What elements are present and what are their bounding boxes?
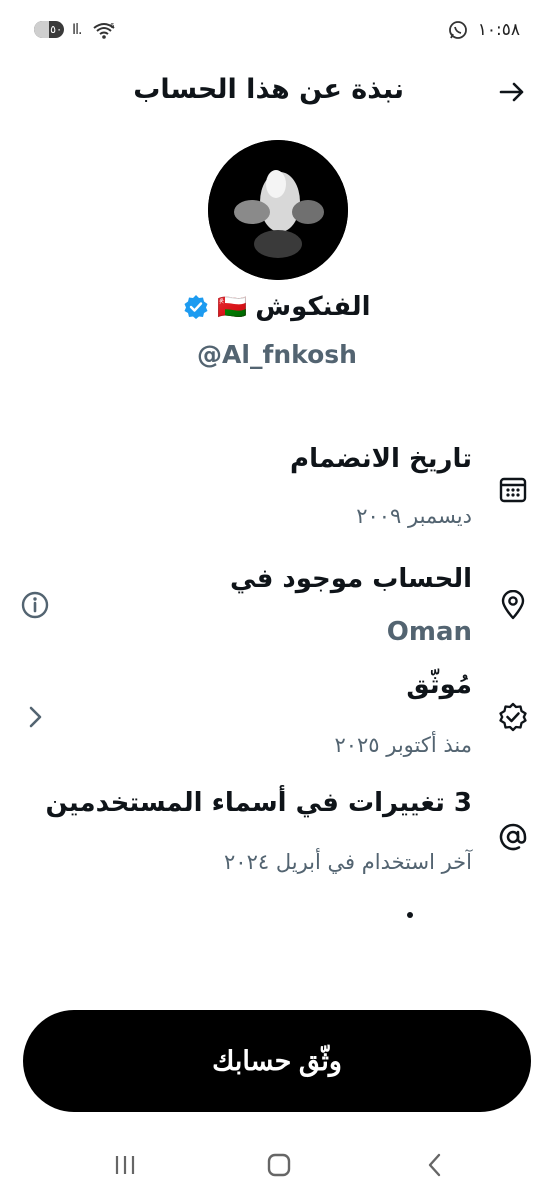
home-icon[interactable] (266, 1152, 292, 1178)
calendar-icon (499, 477, 527, 503)
at-sign-icon (499, 823, 527, 851)
verified-check-icon (499, 702, 527, 732)
status-bar: ٥٠ Il. 6 ١٠:٥٨ (0, 18, 554, 48)
battery-indicator: ٥٠ (34, 21, 64, 38)
username-changes-title: 3 تغييرات في أسماء المستخدمين (45, 788, 472, 818)
joined-title: تاريخ الانضمام (290, 444, 472, 474)
page-title: نبذة عن هذا الحساب (133, 74, 404, 105)
location-value: Oman (386, 617, 472, 647)
location-title: الحساب موجود في (230, 564, 472, 594)
verified-badge-icon[interactable] (183, 294, 209, 320)
battery-percent: ٥٠ (50, 23, 62, 36)
clock: ١٠:٥٨ (477, 20, 520, 40)
verified-since: منذ أكتوبر ٢٠٢٥ (334, 733, 472, 757)
back-icon[interactable] (422, 1152, 448, 1178)
oman-flag: 🇴🇲 (217, 293, 248, 321)
location-pin-icon (501, 590, 525, 620)
info-icon[interactable] (20, 590, 50, 620)
verified-title: مُوثّق (406, 670, 472, 700)
display-name-row: الفنكوش 🇴🇲 (0, 292, 554, 322)
system-nav-bar (0, 1150, 554, 1180)
avatar-image (208, 140, 348, 280)
username-last-used: آخر استخدام في أبريل ٢٠٢٤ (224, 850, 472, 874)
recents-icon[interactable] (112, 1152, 138, 1178)
network-type: 6 (110, 22, 115, 30)
display-name: الفنكوش (255, 292, 371, 322)
chevron-right-icon[interactable] (20, 702, 50, 732)
whatsapp-icon (449, 21, 467, 39)
wifi-icon: 6 (93, 22, 115, 39)
decorative-dot (407, 912, 413, 918)
avatar[interactable] (208, 140, 348, 280)
arrow-right-icon[interactable] (498, 78, 526, 106)
username-handle: @Al_fnkosh (197, 340, 357, 369)
signal-strength: Il. (72, 22, 83, 38)
joined-date: ديسمبر ٢٠٠٩ (356, 504, 472, 528)
verify-account-button[interactable]: وثّق حسابك (23, 1010, 531, 1112)
